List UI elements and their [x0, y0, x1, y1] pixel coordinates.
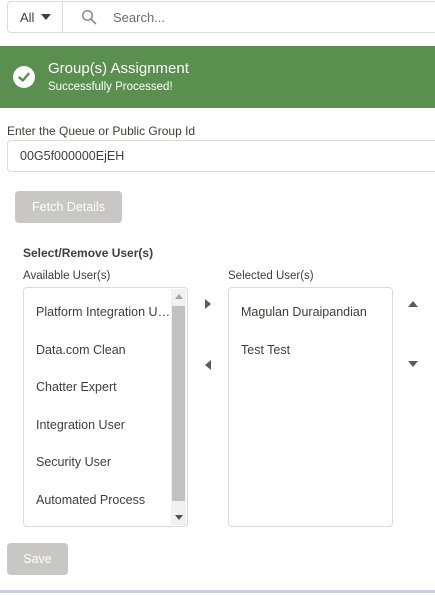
selected-users-options: Magulan Duraipandian Test Test [229, 294, 392, 369]
selected-users-listbox[interactable]: Magulan Duraipandian Test Test [228, 287, 393, 527]
scrollbar-thumb[interactable] [172, 306, 185, 501]
move-down-icon[interactable] [408, 361, 418, 367]
toast-text: Group(s) Assignment Successfully Process… [48, 59, 189, 95]
search-input[interactable] [113, 4, 403, 30]
scroll-down-icon[interactable] [175, 515, 183, 520]
available-users-scrollbar[interactable] [171, 289, 186, 525]
success-check-icon [13, 66, 35, 88]
queue-id-field[interactable] [7, 140, 435, 172]
scroll-up-icon[interactable] [175, 294, 183, 299]
footer-divider [0, 590, 435, 593]
toast-message: Successfully Processed! [48, 81, 173, 93]
save-button[interactable]: Save [7, 543, 68, 575]
chevron-down-icon [41, 14, 52, 20]
list-item[interactable]: Security User [24, 444, 172, 482]
available-users-listbox[interactable]: Platform Integration User Data.com Clean… [23, 287, 188, 527]
dual-listbox-title: Select/Remove User(s) [23, 246, 154, 260]
page: All Group(s) Assignment Successfully Pro… [0, 0, 435, 595]
global-search-bar: All [7, 1, 435, 33]
fetch-details-button[interactable]: Fetch Details [15, 191, 122, 223]
toast-title: Group(s) Assignment [48, 60, 189, 77]
list-item[interactable]: Test Test [229, 332, 392, 370]
search-scope-dropdown[interactable]: All [8, 2, 63, 32]
move-to-selected-icon[interactable] [205, 299, 211, 309]
success-toast: Group(s) Assignment Successfully Process… [0, 46, 435, 108]
move-to-available-icon[interactable] [205, 360, 211, 370]
available-users-options: Platform Integration User Data.com Clean… [24, 294, 172, 519]
queue-id-label: Enter the Queue or Public Group Id [7, 124, 196, 138]
list-item[interactable]: Integration User [24, 407, 172, 445]
search-scope-label: All [20, 9, 35, 25]
list-item[interactable]: Automated Process [24, 482, 172, 520]
list-item[interactable]: Magulan Duraipandian [229, 294, 392, 332]
search-icon [81, 9, 97, 25]
available-users-label: Available User(s) [23, 270, 111, 282]
move-up-icon[interactable] [408, 301, 418, 307]
selected-users-label: Selected User(s) [228, 270, 314, 282]
list-item[interactable]: Chatter Expert [24, 369, 172, 407]
list-item[interactable]: Data.com Clean [24, 332, 172, 370]
list-item[interactable]: Platform Integration User [24, 294, 172, 332]
